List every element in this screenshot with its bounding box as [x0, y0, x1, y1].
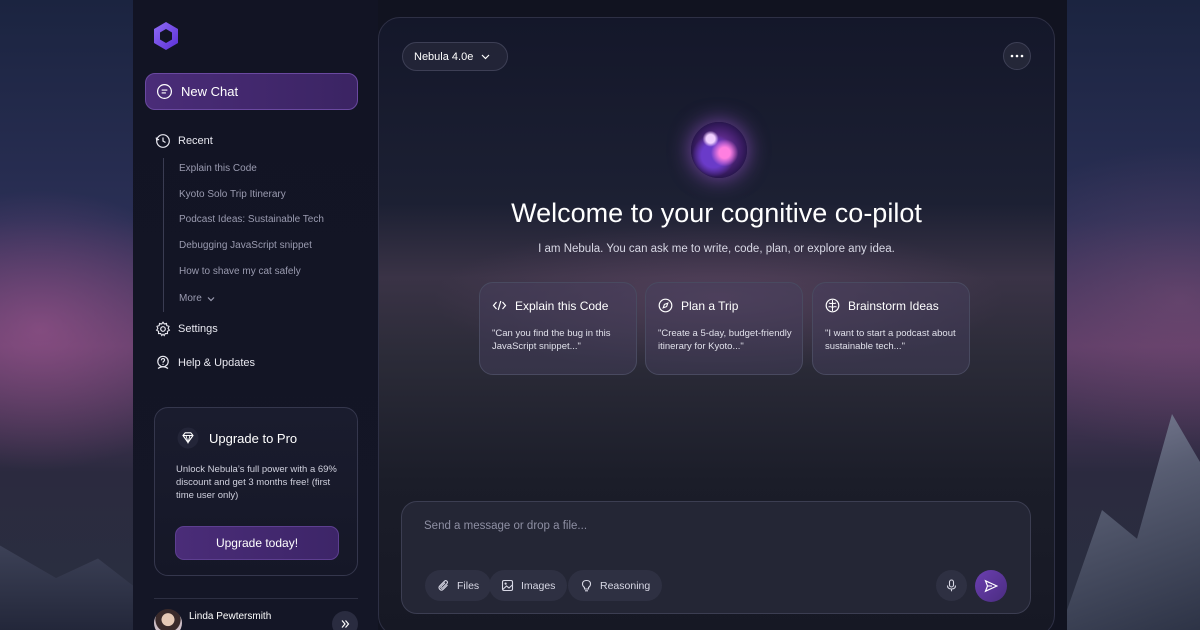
history-icon [155, 134, 170, 148]
new-chat-button[interactable]: New Chat [145, 73, 358, 110]
model-label: Nebula 4.0e [414, 50, 474, 63]
paperclip-icon [438, 580, 449, 591]
message-input[interactable] [424, 520, 984, 532]
welcome-subtitle: I am Nebula. You can ask me to write, co… [538, 243, 895, 255]
sidebar: New Chat Recent Explain this Code Kyoto … [133, 0, 378, 630]
expand-user-button[interactable] [332, 611, 358, 630]
recent-item[interactable]: How to shave my cat safely [179, 261, 363, 287]
send-icon [984, 579, 998, 593]
card-title: Brainstorm Ideas [825, 298, 939, 313]
card-title-label: Brainstorm Ideas [848, 298, 939, 313]
user-profile-row[interactable]: Linda Pewtersmith [154, 598, 358, 630]
help-label: Help & Updates [178, 357, 256, 369]
files-label: Files [457, 579, 480, 592]
lightbulb-icon [581, 579, 592, 592]
chat-main-panel: Nebula 4.0e Welcome to your cognitive co… [378, 17, 1055, 630]
suggestion-card-plan-trip[interactable]: Plan a Trip "Create a 5-day, budget-frie… [645, 282, 803, 375]
images-button[interactable]: Images [489, 570, 568, 601]
nebula-orb-icon [691, 122, 747, 178]
welcome-title: Welcome to your cognitive co-pilot [511, 198, 922, 228]
upgrade-button-label: Upgrade today! [215, 536, 299, 550]
suggestion-card-brainstorm[interactable]: Brainstorm Ideas "I want to start a podc… [812, 282, 970, 375]
compass-icon [658, 298, 673, 313]
recent-item[interactable]: Podcast Ideas: Sustainable Tech [179, 209, 363, 235]
recent-list: Explain this Code Kyoto Solo Trip Itiner… [163, 158, 363, 313]
help-updates-button[interactable]: Help & Updates [155, 355, 255, 371]
brain-icon [825, 298, 840, 313]
reasoning-button[interactable]: Reasoning [568, 570, 663, 601]
diamond-icon [177, 427, 199, 449]
chat-bubble-icon [156, 83, 173, 100]
double-chevron-right-icon [341, 620, 350, 628]
microphone-icon [946, 579, 957, 592]
card-text: "Can you find the bug in this JavaScript… [492, 328, 611, 352]
send-button[interactable] [975, 570, 1007, 602]
app-window: New Chat Recent Explain this Code Kyoto … [133, 0, 1067, 630]
recent-item[interactable]: Debugging JavaScript snippet [179, 235, 363, 261]
settings-label: Settings [178, 323, 218, 335]
hexagon-logo-icon[interactable] [150, 20, 182, 52]
files-button[interactable]: Files [425, 570, 492, 601]
message-composer: Files Images Reasoning [401, 501, 1031, 614]
card-title: Plan a Trip [658, 298, 738, 313]
upgrade-title: Upgrade to Pro [177, 427, 297, 449]
upgrade-description: Unlock Nebula’s full power with a 69% di… [176, 464, 337, 501]
card-title: Explain this Code [492, 298, 608, 313]
card-text: "I want to start a podcast about sustain… [825, 328, 956, 352]
settings-button[interactable]: Settings [155, 321, 218, 337]
upgrade-card: Upgrade to Pro Unlock Nebula’s full powe… [154, 407, 358, 576]
gear-icon [155, 321, 171, 337]
upgrade-today-button[interactable]: Upgrade today! [175, 526, 339, 560]
help-icon [157, 355, 169, 370]
recent-label: Recent [178, 135, 213, 147]
chevron-down-icon [481, 54, 490, 60]
card-text: "Create a 5-day, budget-friendly itinera… [658, 328, 792, 352]
microphone-button[interactable] [936, 570, 967, 601]
model-selector[interactable]: Nebula 4.0e [402, 42, 508, 71]
reasoning-label: Reasoning [600, 579, 651, 592]
new-chat-label: New Chat [181, 84, 239, 99]
card-title-label: Plan a Trip [681, 298, 739, 313]
more-options-button[interactable] [1003, 42, 1031, 70]
recent-header[interactable]: Recent [155, 133, 213, 149]
card-title-label: Explain this Code [515, 298, 609, 313]
more-button[interactable]: More [179, 286, 363, 312]
ellipsis-icon [1010, 54, 1024, 58]
code-icon [492, 300, 507, 311]
more-label: More [179, 293, 202, 305]
image-icon [501, 579, 514, 592]
user-name: Linda Pewtersmith [189, 611, 272, 622]
avatar [154, 609, 182, 630]
recent-item[interactable]: Explain this Code [179, 158, 363, 184]
recent-item[interactable]: Kyoto Solo Trip Itinerary [179, 184, 363, 210]
images-label: Images [521, 579, 556, 592]
chevron-down-icon [207, 297, 215, 302]
upgrade-title-label: Upgrade to Pro [209, 430, 298, 446]
suggestion-card-explain-code[interactable]: Explain this Code "Can you find the bug … [479, 282, 637, 375]
